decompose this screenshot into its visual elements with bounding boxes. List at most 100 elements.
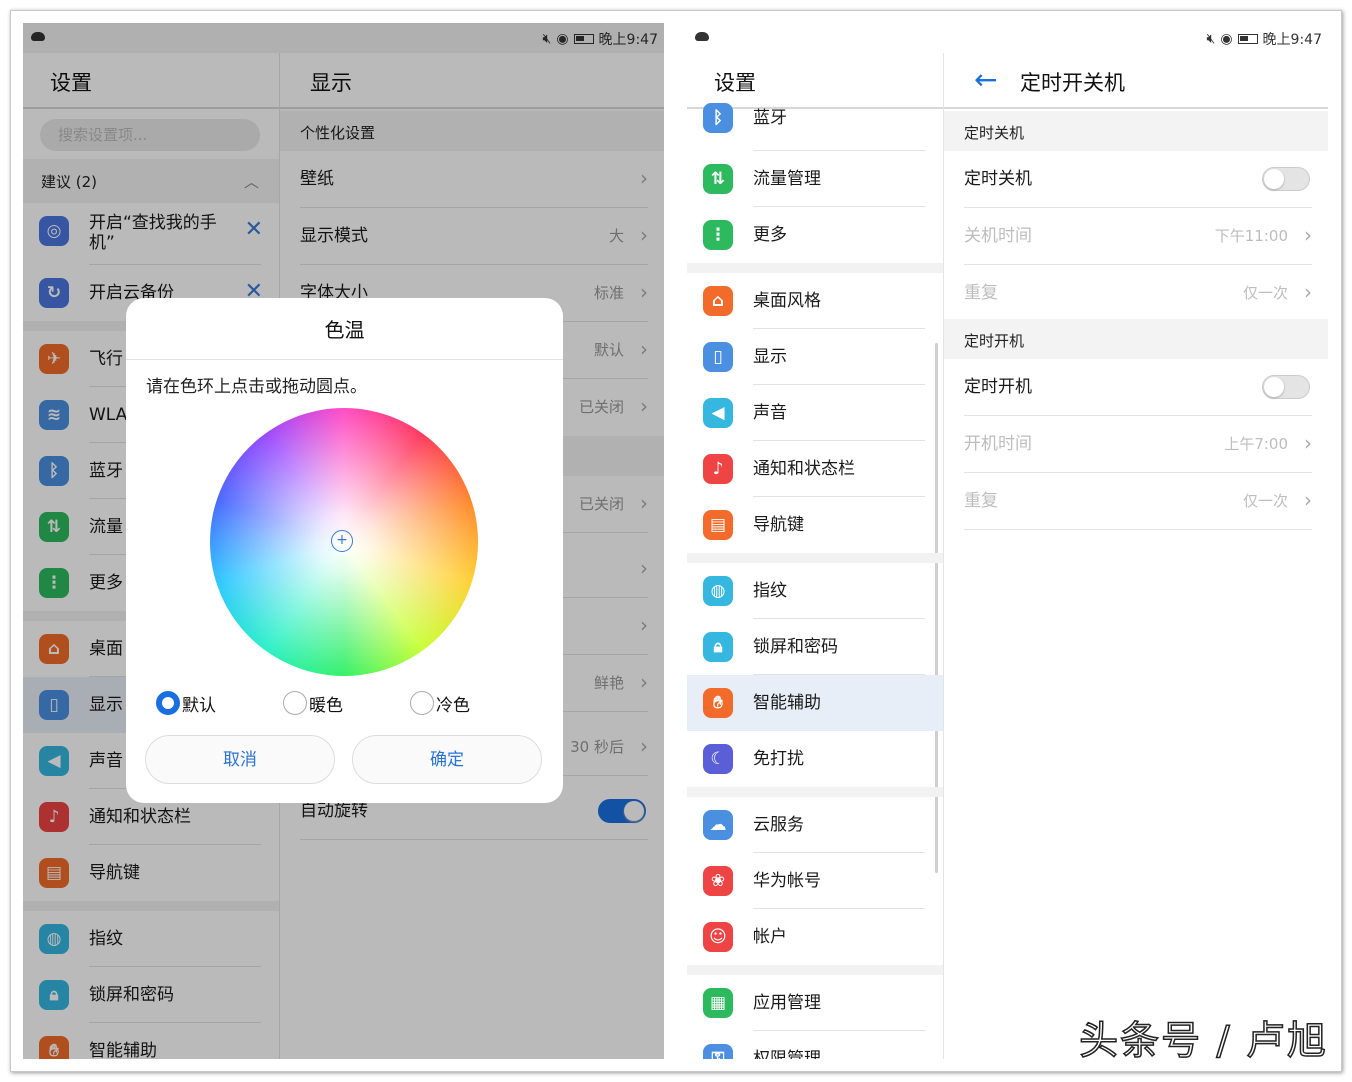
off-time-row[interactable]: 关机时间 下午11:00 › [944, 208, 1328, 265]
status-time: 晚上9:47 [1262, 32, 1322, 48]
sidebar-item-label: 更多 [753, 225, 787, 245]
apps-icon: ▦ [703, 988, 733, 1018]
lock-icon: 🔒︎ [703, 632, 733, 662]
more-icon: ⋮ [703, 220, 733, 250]
row-value: 仅一次 [1242, 492, 1288, 510]
sidebar-item-label: 通知和状态栏 [753, 459, 855, 479]
on-repeat-row[interactable]: 重复 仅一次 › [944, 473, 1328, 530]
row-label: 定时开机 [964, 377, 1032, 397]
row-label: 定时关机 [964, 169, 1032, 189]
off-toggle-row[interactable]: 定时关机 [944, 151, 1328, 208]
off-header: 定时关机 [944, 111, 1328, 151]
dialog-title: 色温 [126, 298, 563, 360]
radio-label: 暖色 [309, 695, 343, 716]
radio-circle [156, 691, 180, 715]
scheduled-power-pane: 定时开关机 ← 定时关机 定时关机 关机时间 下午11:00 › 重复 仅一次 › 定时… [943, 53, 1328, 1059]
radio-circle [283, 691, 307, 715]
radio-circle [410, 691, 434, 715]
row-value: 上午7:00 [1224, 435, 1288, 453]
color-temp-dialog: 色温 请在色环上点击或拖动圆点。 + 默认 暖色 冷色 取消 确定 [126, 298, 563, 803]
cloud-icon [695, 32, 709, 41]
sidebar-item-label: 蓝牙 [753, 108, 787, 128]
bell-icon: ♪ [703, 454, 733, 484]
display-icon: ▯ [703, 342, 733, 372]
sidebar-item-label: 帐户 [753, 927, 787, 947]
sidebar-item-huawei-id[interactable]: ❀ 华为帐号 [687, 853, 943, 909]
sidebar-item-data[interactable]: ⇅ 流量管理 [687, 151, 943, 207]
moon-icon: ☾ [703, 744, 733, 774]
row-label: 重复 [964, 491, 998, 511]
row-label: 关机时间 [964, 226, 1032, 246]
sidebar-item-lock[interactable]: 🔒︎ 锁屏和密码 [687, 619, 943, 675]
sidebar-item-notification[interactable]: ♪ 通知和状态栏 [687, 441, 943, 497]
sidebar-item-label: 流量管理 [753, 169, 821, 189]
color-cursor[interactable]: + [331, 530, 353, 552]
sidebar-item-label: 指纹 [753, 581, 787, 601]
sidebar-item-dnd[interactable]: ☾ 免打扰 [687, 731, 943, 787]
sidebar-item-display[interactable]: ▯ 显示 [687, 329, 943, 385]
on-time-row[interactable]: 开机时间 上午7:00 › [944, 416, 1328, 473]
sound-icon: ◀ [703, 398, 733, 428]
on-toggle[interactable] [1262, 375, 1310, 399]
confirm-button[interactable]: 确定 [352, 735, 542, 784]
sidebar-item-label: 显示 [753, 347, 787, 367]
sidebar-item-navkey[interactable]: ▤ 导航键 [687, 497, 943, 553]
sidebar-item-label: 声音 [753, 403, 787, 423]
wifi-icon: ◉ [1220, 31, 1233, 47]
sidebar-item-assist[interactable]: ✋︎ 智能辅助 [687, 675, 943, 731]
cloud-icon: ☁ [703, 810, 733, 840]
display-settings-screen: 🔇︎ ◉ 晚上9:47 设置 搜索设置项... 建议 (2) ︿ ◎ 开启“查找我… [23, 23, 664, 1059]
off-repeat-row[interactable]: 重复 仅一次 › [944, 265, 1328, 322]
chevron-right-icon: › [1304, 488, 1312, 512]
sidebar-item-more[interactable]: ⋮ 更多 [687, 207, 943, 263]
sidebar-item-apps[interactable]: ▦ 应用管理 [687, 975, 943, 1031]
sidebar-item-label: 桌面风格 [753, 291, 821, 311]
sidebar-item-label: 权限管理 [753, 1049, 821, 1059]
row-value: 仅一次 [1242, 284, 1288, 302]
sidebar-item-account[interactable]: ☺ 帐户 [687, 909, 943, 965]
sidebar-item-label: 应用管理 [753, 993, 821, 1013]
data-icon: ⇅ [703, 164, 733, 194]
row-label: 重复 [964, 283, 998, 303]
on-header: 定时开机 [944, 319, 1328, 359]
chevron-right-icon: › [1304, 280, 1312, 304]
settings-sidebar: 设置 ᛒ 蓝牙 ⇅ 流量管理 ⋮ 更多 ⌂ 桌面风格 ▯ 显示 ◀ 声音 ♪ 通知和状态栏 ▤… [687, 53, 943, 1059]
huawei-icon: ❀ [703, 866, 733, 896]
radio-label: 默认 [182, 695, 216, 716]
battery-icon [1237, 34, 1258, 44]
sidebar-item-fingerprint[interactable]: ◍ 指纹 [687, 563, 943, 619]
account-icon: ☺ [703, 922, 733, 952]
sidebar-item-label: 免打扰 [753, 749, 804, 769]
on-toggle-row[interactable]: 定时开机 [944, 359, 1328, 416]
off-toggle[interactable] [1262, 167, 1310, 191]
detail-title: 定时开关机 [944, 53, 1328, 109]
watermark: 头条号 / 卢旭 [1078, 1018, 1328, 1065]
fingerprint-icon: ◍ [703, 576, 733, 606]
radio-warm[interactable]: 暖色 [283, 690, 343, 716]
back-arrow-icon[interactable]: ← [974, 63, 997, 96]
row-label: 开机时间 [964, 434, 1032, 454]
sidebar-item-label: 锁屏和密码 [753, 637, 838, 657]
permission-icon: ⚿ [703, 1044, 733, 1059]
mute-icon: 🔇︎ [1206, 31, 1216, 47]
dialog-hint: 请在色环上点击或拖动圆点。 [146, 377, 367, 397]
radio-label: 冷色 [436, 695, 470, 716]
status-bar: 🔇︎ ◉ 晚上9:47 [687, 23, 1328, 53]
sidebar-item-label: 华为帐号 [753, 871, 821, 891]
sidebar-item-label: 云服务 [753, 815, 804, 835]
radio-default[interactable]: 默认 [156, 690, 216, 716]
radio-cool[interactable]: 冷色 [410, 690, 470, 716]
sidebar-item-label: 智能辅助 [753, 693, 821, 713]
sidebar-item-bluetooth[interactable]: ᛒ 蓝牙 [687, 97, 943, 151]
sidebar-item-sound[interactable]: ◀ 声音 [687, 385, 943, 441]
cancel-button[interactable]: 取消 [145, 735, 335, 784]
sidebar-item-permission[interactable]: ⚿ 权限管理 [687, 1031, 943, 1059]
sidebar-item-cloud[interactable]: ☁ 云服务 [687, 797, 943, 853]
sidebar-item-desktop[interactable]: ⌂ 桌面风格 [687, 273, 943, 329]
bluetooth-icon: ᛒ [703, 103, 733, 133]
sidebar-item-label: 导航键 [753, 515, 804, 535]
chevron-right-icon: › [1304, 431, 1312, 455]
row-value: 下午11:00 [1214, 227, 1288, 245]
chevron-right-icon: › [1304, 223, 1312, 247]
scheduled-power-screen: 🔇︎ ◉ 晚上9:47 设置 ᛒ 蓝牙 ⇅ 流量管理 ⋮ 更多 ⌂ 桌面风格 ▯ 显示 ◀… [687, 23, 1328, 1059]
